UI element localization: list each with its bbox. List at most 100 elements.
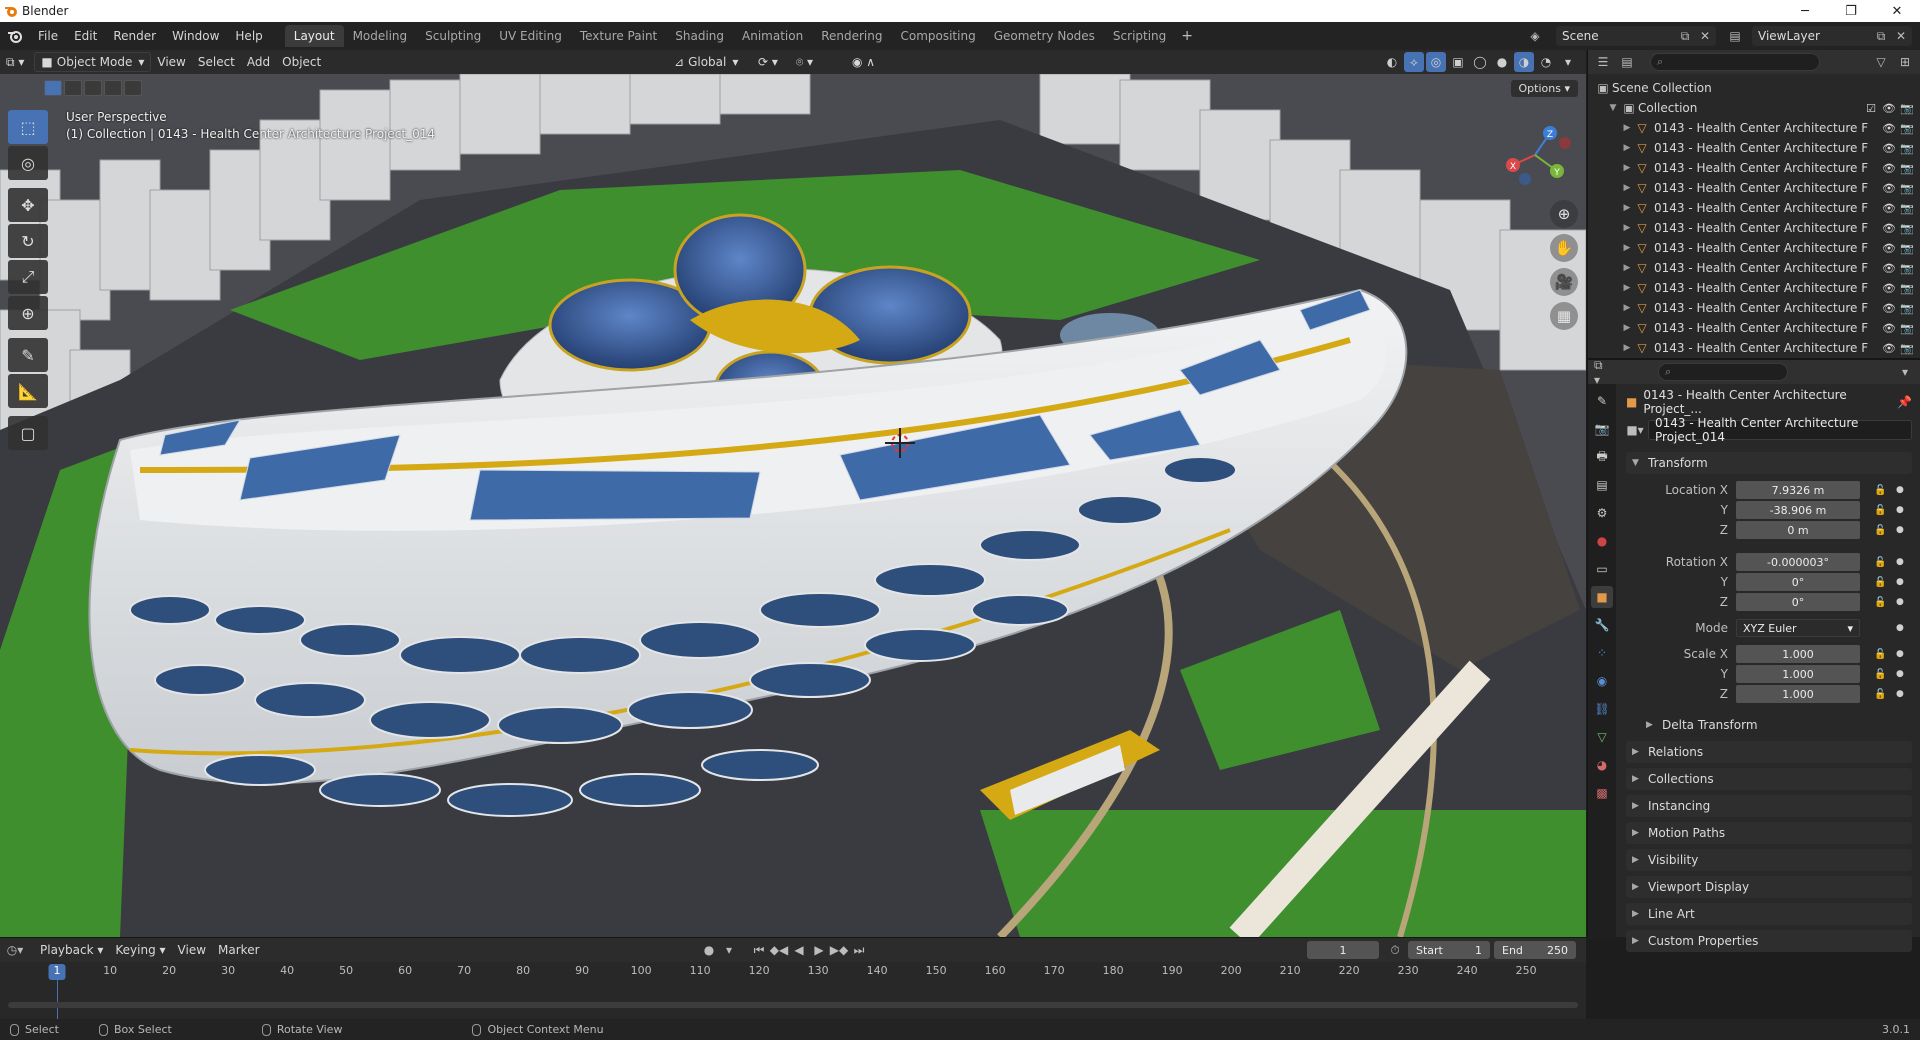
camera-icon[interactable]: 📷 bbox=[1900, 182, 1914, 195]
scene-selector[interactable]: Scene ⧉ ✕ bbox=[1556, 26, 1716, 46]
record-options-icon[interactable]: ▾ bbox=[720, 941, 738, 959]
chevron-right-icon[interactable]: ▶ bbox=[1620, 123, 1634, 133]
property-section-header[interactable]: ▶ Motion Paths bbox=[1626, 822, 1912, 844]
constraints-tab-icon[interactable]: ⛓ bbox=[1591, 698, 1613, 720]
world-tab-icon[interactable]: ● bbox=[1591, 530, 1613, 552]
timeline-menu-playback[interactable]: Playback ▾ bbox=[34, 940, 109, 960]
tool-tab-icon[interactable]: ✎ bbox=[1591, 390, 1613, 412]
3d-viewport[interactable]: ⧉ ▾ ■ Object Mode ▾ View Select Add Obje… bbox=[0, 50, 1586, 937]
eye-icon[interactable]: 👁 bbox=[1882, 282, 1896, 295]
rendered-shading-icon[interactable]: ◔ bbox=[1536, 52, 1556, 72]
lock-icon[interactable]: 🔓 bbox=[1874, 689, 1886, 700]
chevron-right-icon[interactable]: ▶ bbox=[1620, 163, 1634, 173]
timeline-scrollbar[interactable] bbox=[8, 1002, 1578, 1008]
select-new-icon[interactable] bbox=[44, 80, 62, 96]
select-subtract-icon[interactable] bbox=[84, 80, 102, 96]
close-icon[interactable]: ✕ bbox=[1874, 0, 1920, 22]
select-extend-icon[interactable] bbox=[64, 80, 82, 96]
tab-modeling[interactable]: Modeling bbox=[344, 25, 417, 47]
scene-icon[interactable]: ◈ bbox=[1526, 27, 1544, 45]
outliner-search-input[interactable]: ⌕ bbox=[1650, 53, 1820, 71]
chevron-right-icon[interactable]: ▶ bbox=[1620, 223, 1634, 233]
annotate-tool-icon[interactable]: ✎ bbox=[8, 338, 48, 372]
property-section-header[interactable]: ▶ Viewport Display bbox=[1626, 876, 1912, 898]
outliner-object-row[interactable]: ▶ ▽ 0143 - Health Center Architecture F 👁 📷 bbox=[1588, 298, 1920, 318]
playhead[interactable]: 1 bbox=[48, 964, 66, 980]
camera-icon[interactable]: 📷 bbox=[1900, 322, 1914, 335]
play-reverse-icon[interactable]: ◀ bbox=[790, 941, 808, 959]
object-name-field[interactable]: 0143 - Health Center Architecture Projec… bbox=[1648, 416, 1912, 444]
current-frame-field[interactable]: 1 bbox=[1307, 941, 1379, 959]
eye-icon[interactable]: 👁 bbox=[1882, 122, 1896, 135]
new-scene-icon[interactable]: ⧉ bbox=[1676, 27, 1694, 45]
material-shading-icon[interactable]: ◑ bbox=[1514, 52, 1534, 72]
tab-uv-editing[interactable]: UV Editing bbox=[490, 25, 571, 47]
eye-icon[interactable]: 👁 bbox=[1882, 182, 1896, 195]
keyframe-dot-icon[interactable]: ● bbox=[1896, 485, 1904, 495]
outliner-object-row[interactable]: ▶ ▽ 0143 - Health Center Architecture F 👁 📷 bbox=[1588, 138, 1920, 158]
location-y-field[interactable]: -38.906 m bbox=[1736, 501, 1860, 519]
data-tab-icon[interactable]: ▽ bbox=[1591, 726, 1613, 748]
camera-icon[interactable]: 📷 bbox=[1900, 262, 1914, 275]
outliner-object-row[interactable]: ▶ ▽ 0143 - Health Center Architecture F 👁 📷 bbox=[1588, 158, 1920, 178]
start-frame-field[interactable]: Start 1 bbox=[1408, 941, 1490, 959]
material-tab-icon[interactable]: ◕ bbox=[1591, 754, 1613, 776]
chevron-down-icon[interactable]: ▾ bbox=[1896, 363, 1914, 381]
maximize-icon[interactable]: ❐ bbox=[1828, 0, 1874, 22]
location-z-field[interactable]: 0 m bbox=[1736, 521, 1860, 539]
tab-texture-paint[interactable]: Texture Paint bbox=[571, 25, 666, 47]
tab-animation[interactable]: Animation bbox=[733, 25, 812, 47]
zoom-icon[interactable]: ⊕ bbox=[1550, 200, 1578, 228]
location-x-field[interactable]: 7.9326 m bbox=[1736, 481, 1860, 499]
rotation-y-field[interactable]: 0° bbox=[1736, 573, 1860, 591]
scale-tool-icon[interactable]: ⤢ bbox=[8, 260, 48, 294]
lock-icon[interactable]: 🔓 bbox=[1874, 597, 1886, 608]
tab-layout[interactable]: Layout bbox=[284, 25, 344, 47]
checkbox-icon[interactable]: ☑ bbox=[1864, 102, 1878, 115]
timeline-menu-marker[interactable]: Marker bbox=[212, 940, 265, 960]
move-tool-icon[interactable]: ✥ bbox=[8, 188, 48, 222]
transform-tool-icon[interactable]: ⊕ bbox=[8, 296, 48, 330]
select-intersect-icon[interactable] bbox=[124, 80, 142, 96]
snap-icon[interactable]: ⌾ ▾ bbox=[790, 52, 819, 72]
texture-tab-icon[interactable]: ▩ bbox=[1591, 782, 1613, 804]
keyframe-dot-icon[interactable]: ● bbox=[1896, 597, 1904, 607]
menu-edit[interactable]: Edit bbox=[66, 22, 105, 50]
eye-icon[interactable]: 👁 bbox=[1882, 302, 1896, 315]
property-section-header[interactable]: ▶ Custom Properties bbox=[1626, 930, 1912, 952]
rotation-x-field[interactable]: -0.000003° bbox=[1736, 553, 1860, 571]
keyframe-dot-icon[interactable]: ● bbox=[1896, 689, 1904, 699]
lock-icon[interactable]: 🔓 bbox=[1874, 649, 1886, 660]
outliner-object-row[interactable]: ▶ ▽ 0143 - Health Center Architecture F 👁 📷 bbox=[1588, 198, 1920, 218]
lock-icon[interactable]: 🔓 bbox=[1874, 557, 1886, 568]
camera-icon[interactable]: 📷 bbox=[1900, 122, 1914, 135]
menu-window[interactable]: Window bbox=[164, 22, 227, 50]
keyframe-dot-icon[interactable]: ● bbox=[1896, 623, 1904, 633]
timeline-editor-icon[interactable]: ◷▾ bbox=[6, 941, 24, 959]
property-section-header[interactable]: ▶ Collections bbox=[1626, 768, 1912, 790]
object-tab-icon[interactable]: ■ bbox=[1591, 586, 1613, 608]
object-browse-icon[interactable]: ■▾ bbox=[1626, 421, 1644, 439]
collection-tab-icon[interactable]: ▭ bbox=[1591, 558, 1613, 580]
property-section-header[interactable]: ▶ Relations bbox=[1626, 741, 1912, 763]
next-keyframe-icon[interactable]: ▶◆ bbox=[830, 941, 848, 959]
chevron-right-icon[interactable]: ▶ bbox=[1620, 203, 1634, 213]
eye-icon[interactable]: 👁 bbox=[1882, 342, 1896, 355]
eye-icon[interactable]: 👁 bbox=[1882, 142, 1896, 155]
delete-view-layer-icon[interactable]: ✕ bbox=[1892, 27, 1910, 45]
rotate-tool-icon[interactable]: ↻ bbox=[8, 224, 48, 258]
outliner-object-row[interactable]: ▶ ▽ 0143 - Health Center Architecture F 👁 📷 bbox=[1588, 178, 1920, 198]
pin-icon[interactable]: 📌 bbox=[1897, 395, 1912, 409]
outliner-object-row[interactable]: ▶ ▽ 0143 - Health Center Architecture F 👁 📷 bbox=[1588, 338, 1920, 358]
menu-help[interactable]: Help bbox=[227, 22, 270, 50]
output-tab-icon[interactable]: 🖶 bbox=[1591, 446, 1613, 468]
chevron-right-icon[interactable]: ▶ bbox=[1620, 323, 1634, 333]
jump-end-icon[interactable]: ⏭ bbox=[850, 941, 868, 959]
viewport-menu-add[interactable]: Add bbox=[241, 52, 276, 72]
select-invert-icon[interactable] bbox=[104, 80, 122, 96]
stopwatch-icon[interactable]: ⏱ bbox=[1386, 941, 1404, 959]
overlay-toggle-icon[interactable]: ◎ bbox=[1426, 52, 1446, 72]
lock-icon[interactable]: 🔓 bbox=[1874, 669, 1886, 680]
add-workspace-icon[interactable]: + bbox=[1175, 28, 1199, 44]
property-section-header[interactable]: ▶ Line Art bbox=[1626, 903, 1912, 925]
